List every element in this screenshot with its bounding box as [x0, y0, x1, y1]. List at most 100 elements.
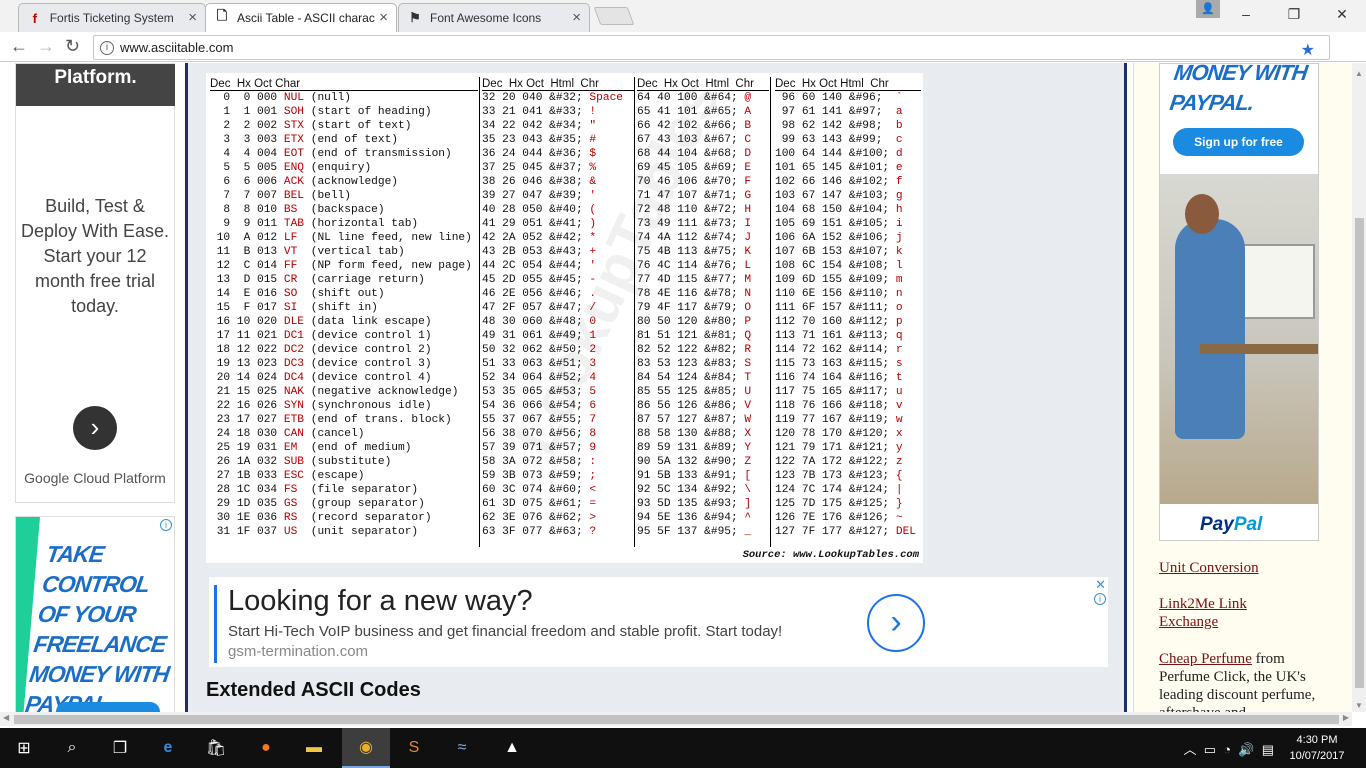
code-values: 34 22 042 &#34;: [482, 120, 590, 132]
search-icon[interactable]: ⌕: [48, 728, 96, 768]
google-cloud-ad[interactable]: Platform. Build, Test & Deploy With Ease…: [15, 63, 175, 503]
code-values: 106 6A 152 &#106;: [775, 232, 896, 244]
dolphin-icon[interactable]: ≈: [438, 728, 486, 768]
close-window-icon[interactable]: ✕: [1318, 0, 1366, 28]
table-row: 44 2C 054 &#44; ': [482, 259, 634, 273]
code-values: 14 E 016: [210, 288, 284, 300]
control-char: BEL: [283, 190, 305, 202]
minimize-icon[interactable]: –: [1222, 0, 1270, 28]
reload-icon[interactable]: ↻: [65, 36, 80, 57]
close-tab-icon[interactable]: ×: [572, 9, 581, 26]
address-bar[interactable]: i www.asciitable.com ★: [93, 35, 1330, 60]
control-description: (start of text): [304, 120, 412, 132]
char-glyph: n: [895, 288, 903, 300]
code-values: 72 48 110 &#72;: [637, 204, 745, 216]
voip-ad[interactable]: Looking for a new way? Start Hi-Tech VoI…: [209, 577, 1108, 667]
new-tab-button[interactable]: [593, 7, 635, 25]
table-row: 11 B 013 VT (vertical tab): [210, 245, 478, 259]
back-arrow-icon[interactable]: ←: [10, 36, 28, 57]
time-text: 4:30 PM: [1296, 734, 1338, 746]
chrome-icon[interactable]: ◉: [342, 728, 390, 768]
char-glyph: D: [744, 148, 752, 160]
code-values: 62 3E 076 &#62;: [482, 512, 590, 524]
ascii-column-4: Dec Hx Oct Html Chr 96 60 140 &#96; ` 97…: [775, 77, 921, 539]
close-tab-icon[interactable]: ×: [379, 9, 388, 26]
info-icon[interactable]: i: [100, 41, 114, 55]
code-values: 47 2F 057 &#47;: [482, 302, 590, 314]
char-glyph: G: [744, 190, 752, 202]
close-ad-icon[interactable]: ✕: [1095, 577, 1106, 593]
control-description: (NL line feed, new line): [304, 232, 472, 244]
firefox-icon[interactable]: ●: [242, 728, 290, 768]
tab-ascii[interactable]: 🗋 Ascii Table - ASCII charac ×: [205, 3, 397, 32]
char-glyph: ': [589, 190, 597, 202]
edge-icon[interactable]: e: [144, 728, 192, 768]
code-values: 44 2C 054 &#44;: [482, 260, 590, 272]
sublime-icon[interactable]: S: [390, 728, 438, 768]
control-description: (acknowledge): [304, 176, 399, 188]
scroll-thumb[interactable]: [1355, 218, 1364, 688]
photos-icon[interactable]: ▲: [488, 728, 536, 768]
control-char: SYN: [283, 400, 305, 412]
scroll-left-icon[interactable]: ◀: [3, 713, 9, 722]
ad-headline[interactable]: Looking for a new way?: [228, 585, 533, 618]
horizontal-scrollbar[interactable]: ◀ ▶: [0, 712, 1352, 726]
table-row: 72 48 110 &#72; H: [637, 203, 769, 217]
profile-icon[interactable]: 👤: [1196, 0, 1220, 18]
tray-icons[interactable]: ︿ ▭ ◔ 🔊 ▤: [1184, 739, 1275, 758]
table-row: 12 C 014 FF (NP form feed, new page): [210, 259, 478, 273]
control-char: US: [283, 526, 305, 538]
bookmark-star-icon[interactable]: ★: [1301, 39, 1315, 62]
ad-info-icon[interactable]: i: [1094, 593, 1106, 605]
file-explorer-icon[interactable]: ▬: [290, 728, 338, 768]
code-values: 38 26 046 &#38;: [482, 176, 590, 188]
table-row: 100 64 144 &#100; d: [775, 147, 921, 161]
close-tab-icon[interactable]: ×: [188, 9, 197, 26]
scroll-up-icon[interactable]: ▲: [1355, 69, 1363, 78]
scroll-right-icon[interactable]: ▶: [1343, 713, 1349, 722]
control-description: (synchronous idle): [304, 400, 432, 412]
table-row: 31 1F 037 US (unit separator): [210, 525, 478, 539]
maximize-icon[interactable]: ❐: [1270, 0, 1318, 28]
ad-info-icon[interactable]: i: [160, 519, 172, 531]
ad-signup-button[interactable]: [56, 702, 160, 712]
table-row: 27 1B 033 ESC (escape): [210, 469, 478, 483]
ad-signup-button[interactable]: Sign up for free: [1173, 128, 1304, 156]
vertical-scrollbar[interactable]: ▲ ▼: [1352, 63, 1366, 712]
link-cheap-perfume[interactable]: Cheap Perfume: [1159, 651, 1252, 667]
chevron-right-icon[interactable]: ›: [73, 406, 117, 450]
windows-start-icon[interactable]: ⊞: [0, 728, 48, 768]
table-row: 91 5B 133 &#91; [: [637, 469, 769, 483]
paypal-ad-right[interactable]: MONEY WITH PAYPAL. Sign up for free PayP…: [1159, 63, 1319, 541]
code-values: 25 19 031: [210, 442, 284, 454]
windows-taskbar: ⊞ ⌕ ❐ e 🛍 ● ▬ ◉ S ≈ ▲ ︿ ▭ ◔ 🔊 ▤ 4:30 PM …: [0, 728, 1366, 768]
clock[interactable]: 4:30 PM 10/07/2017: [1282, 732, 1352, 764]
table-row: 54 36 066 &#54; 6: [482, 399, 634, 413]
control-description: (start of heading): [304, 106, 432, 118]
code-values: 117 75 165 &#117;: [775, 386, 896, 398]
link-unit-conversion[interactable]: Unit Conversion: [1159, 559, 1259, 577]
scroll-thumb[interactable]: [14, 715, 1339, 724]
task-view-icon[interactable]: ❐: [96, 728, 144, 768]
forward-arrow-icon[interactable]: →: [37, 36, 55, 57]
tab-label: Fortis Ticketing System: [49, 11, 174, 25]
store-icon[interactable]: 🛍: [192, 728, 240, 768]
code-values: 114 72 162 &#114;: [775, 344, 896, 356]
table-row: 7 7 007 BEL (bell): [210, 189, 478, 203]
ad-url[interactable]: gsm-termination.com: [228, 643, 368, 660]
table-row: 48 30 060 &#48; 0: [482, 315, 634, 329]
chevron-right-icon[interactable]: ›: [867, 594, 925, 652]
code-values: 90 5A 132 &#90;: [637, 456, 745, 468]
code-values: 54 36 066 &#54;: [482, 400, 590, 412]
control-description: (shift in): [304, 302, 378, 314]
char-glyph: [: [744, 470, 752, 482]
ascii-column-control: Dec Hx Oct Char 0 0 000 NUL (null) 1 1 0…: [210, 77, 478, 539]
table-row: 106 6A 152 &#106; j: [775, 231, 921, 245]
tab-fortis[interactable]: f Fortis Ticketing System ×: [18, 3, 206, 32]
scroll-down-icon[interactable]: ▼: [1355, 701, 1363, 710]
code-values: 82 52 122 &#82;: [637, 344, 745, 356]
tab-font-awesome[interactable]: ⚑ Font Awesome Icons ×: [398, 3, 590, 32]
link-link2me[interactable]: Link2Me Link Exchange: [1159, 595, 1289, 631]
char-glyph: j: [895, 232, 903, 244]
paypal-ad-left[interactable]: TAKE CONTROL OF YOUR FREELANCE MONEY WIT…: [15, 516, 175, 712]
